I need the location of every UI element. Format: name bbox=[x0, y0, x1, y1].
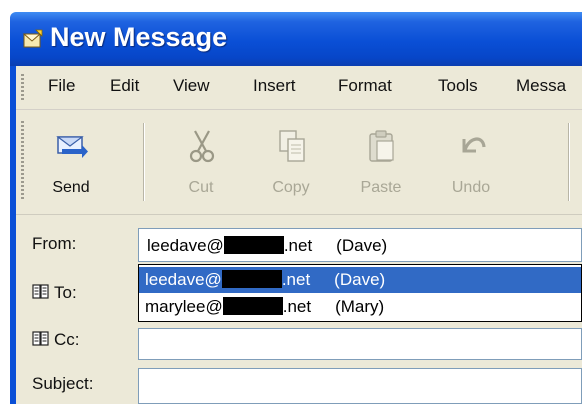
to-label: To: bbox=[54, 283, 77, 302]
copy-icon bbox=[279, 130, 305, 162]
option-text: marylee@ .net (Mary) bbox=[145, 297, 384, 317]
to-label-button[interactable]: To: bbox=[32, 283, 77, 303]
from-domain: .net bbox=[283, 236, 313, 255]
copy-button[interactable]: Copy bbox=[256, 117, 326, 203]
subject-label: Subject: bbox=[32, 374, 94, 393]
client-area: File Edit View Insert Format Tools Messa… bbox=[16, 66, 582, 404]
menu-view[interactable]: View bbox=[173, 76, 210, 96]
new-message-icon bbox=[22, 29, 43, 48]
dropdown-option-dave[interactable]: leedave@ .net (Dave) bbox=[139, 267, 581, 293]
subject-field[interactable] bbox=[138, 368, 582, 404]
undo-label: Undo bbox=[451, 179, 491, 196]
from-name: (Dave) bbox=[336, 236, 388, 255]
send-button[interactable]: Send bbox=[36, 117, 106, 203]
cut-button[interactable]: Cut bbox=[166, 117, 236, 203]
redaction-block bbox=[223, 236, 284, 254]
paste-icon bbox=[369, 130, 394, 162]
from-field[interactable]: leedave@ .net (Dave) bbox=[138, 228, 582, 262]
menu-tools[interactable]: Tools bbox=[438, 76, 478, 96]
toolbar-grip[interactable] bbox=[21, 121, 24, 201]
send-label: Send bbox=[52, 179, 90, 196]
toolbar-separator-2 bbox=[568, 123, 570, 201]
redaction-block bbox=[221, 270, 282, 288]
cc-field[interactable] bbox=[138, 328, 582, 360]
address-book-icon bbox=[32, 331, 49, 346]
from-user: leedave@ bbox=[147, 236, 224, 255]
menubar-grip[interactable] bbox=[21, 74, 24, 102]
send-icon bbox=[56, 136, 88, 158]
option-text: leedave@ .net (Dave) bbox=[145, 270, 385, 290]
toolbar-separator bbox=[143, 123, 145, 201]
option-user: marylee@ bbox=[145, 297, 223, 316]
dropdown-option-mary[interactable]: marylee@ .net (Mary) bbox=[139, 294, 581, 320]
from-dropdown-list[interactable]: leedave@ .net (Dave) marylee@ .net (Mary) bbox=[138, 264, 582, 322]
cc-label-button[interactable]: Cc: bbox=[32, 330, 80, 350]
redaction-block bbox=[222, 297, 283, 315]
option-domain: .net bbox=[281, 270, 311, 289]
address-book-icon bbox=[32, 284, 49, 299]
menu-file[interactable]: File bbox=[48, 76, 75, 96]
from-value: leedave@ .net (Dave) bbox=[147, 236, 387, 256]
cut-label: Cut bbox=[188, 179, 214, 196]
menu-bar: File Edit View Insert Format Tools Messa bbox=[16, 66, 582, 110]
paste-label: Paste bbox=[360, 179, 402, 196]
option-name: (Dave) bbox=[334, 270, 386, 289]
menu-insert[interactable]: Insert bbox=[253, 76, 296, 96]
cc-label: Cc: bbox=[54, 330, 80, 349]
menu-format[interactable]: Format bbox=[338, 76, 392, 96]
paste-button[interactable]: Paste bbox=[346, 117, 416, 203]
undo-button[interactable]: Undo bbox=[436, 117, 506, 203]
menu-edit[interactable]: Edit bbox=[110, 76, 139, 96]
scissors-icon bbox=[189, 130, 215, 163]
menu-message[interactable]: Messa bbox=[516, 76, 566, 96]
undo-icon bbox=[462, 137, 486, 153]
option-domain: .net bbox=[282, 297, 312, 316]
copy-label: Copy bbox=[272, 179, 310, 196]
option-user: leedave@ bbox=[145, 270, 222, 289]
window-title: New Message bbox=[50, 22, 228, 52]
option-name: (Mary) bbox=[335, 297, 385, 316]
toolbar: Send Cut Copy Paste Undo bbox=[16, 111, 582, 215]
title-bar[interactable]: New Message bbox=[10, 12, 582, 66]
from-label: From: bbox=[32, 234, 77, 253]
new-message-window: New Message File Edit View Insert Format… bbox=[0, 0, 582, 404]
